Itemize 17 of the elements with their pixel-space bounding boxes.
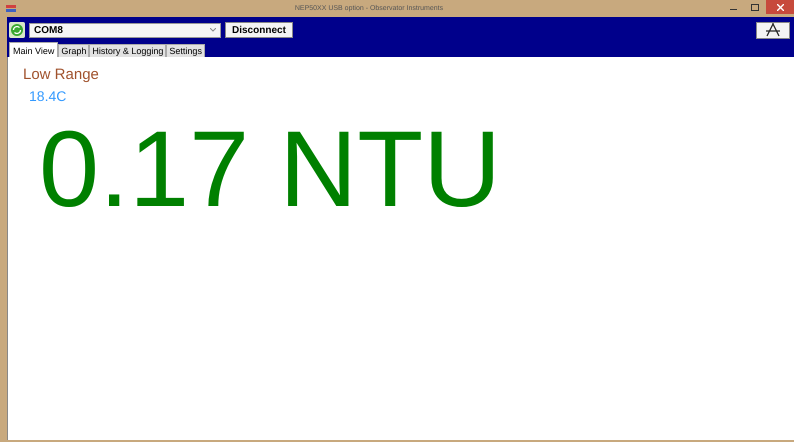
- tab[interactable]: Settings: [166, 44, 205, 57]
- maximize-icon: [751, 4, 759, 10]
- range-label: Low Range: [23, 66, 100, 83]
- compass-button[interactable]: [756, 22, 790, 38]
- close-button[interactable]: [766, 0, 794, 14]
- tab[interactable]: Main View: [9, 42, 58, 57]
- tab[interactable]: Graph: [58, 44, 90, 57]
- close-icon: [776, 4, 784, 10]
- turbidity-reading: 0.17 NTU: [39, 112, 502, 226]
- refresh-icon[interactable]: [9, 22, 25, 38]
- app-icon: [6, 4, 16, 12]
- temperature-reading: 18.4C: [29, 88, 68, 104]
- compass-icon: [763, 23, 783, 37]
- caret-icon: [210, 28, 216, 32]
- port-dropdown[interactable]: COM8: [29, 22, 221, 38]
- tab[interactable]: History & Logging: [89, 44, 166, 57]
- disconnect-button[interactable]: Disconnect: [225, 22, 293, 38]
